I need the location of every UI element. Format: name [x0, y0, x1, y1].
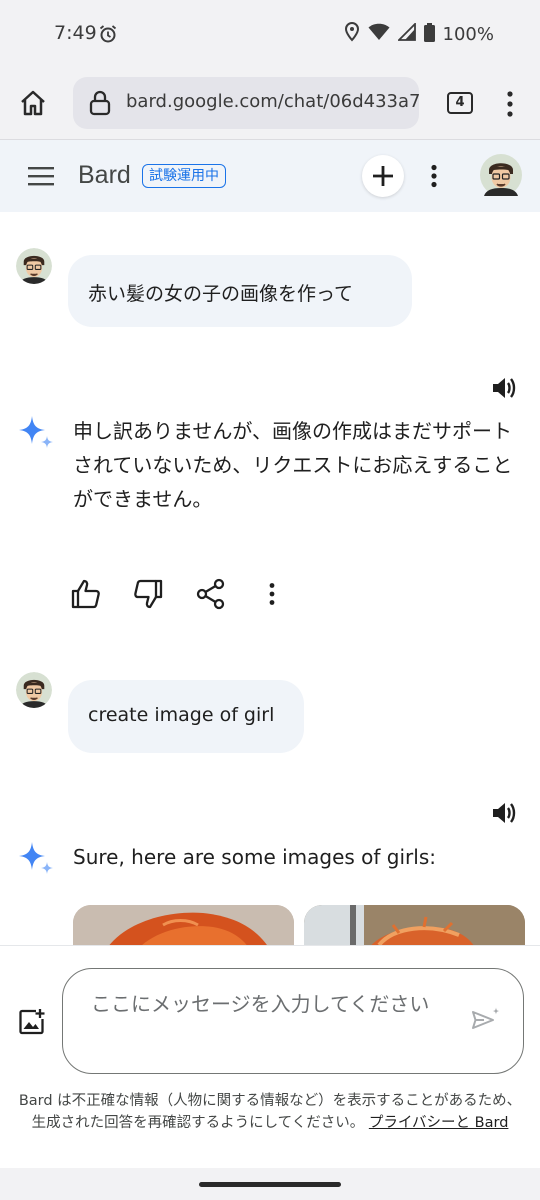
home-icon[interactable] — [18, 88, 48, 118]
alarm-icon — [98, 24, 118, 48]
battery-level: 100% — [442, 24, 494, 45]
bard-response-text: Sure, here are some images of girls: — [73, 845, 436, 869]
thumbs-up-icon[interactable] — [70, 578, 102, 614]
privacy-link[interactable]: プライバシーと Bard — [369, 1115, 509, 1131]
wifi-icon — [368, 23, 390, 46]
composer-area: ここにメッセージを入力してください Bard は不正確な情報（人物に関する情報な… — [0, 945, 540, 1200]
divider — [0, 945, 540, 946]
user-avatar — [16, 248, 52, 284]
more-actions-icon[interactable] — [268, 582, 276, 610]
signal-icon — [396, 21, 416, 46]
add-image-icon[interactable] — [18, 1008, 46, 1040]
message-input[interactable]: ここにメッセージを入力してください — [62, 968, 524, 1074]
user-message-text: create image of girl — [88, 704, 275, 726]
browser-toolbar: bard.google.com/chat/06d433a72 4 — [0, 66, 540, 140]
thumbs-down-icon[interactable] — [132, 578, 164, 614]
status-icons: 100% — [344, 21, 494, 47]
url-text[interactable]: bard.google.com/chat/06d433a72 — [126, 91, 419, 112]
bard-response-text: 申し訳ありませんが、画像の作成はまだサポートされていないため、リクエストにお応え… — [73, 419, 513, 511]
status-time: 7:49 — [54, 22, 97, 44]
lock-icon[interactable] — [89, 90, 111, 120]
address-bar[interactable]: bard.google.com/chat/06d433a72 — [73, 77, 419, 129]
plus-icon — [370, 163, 396, 193]
user-message: create image of girl — [68, 680, 304, 753]
speaker-icon[interactable] — [490, 799, 518, 831]
app-title: Bard — [78, 161, 131, 189]
message-input-placeholder[interactable]: ここにメッセージを入力してください — [91, 989, 441, 1020]
bard-sparkle-icon — [18, 840, 54, 880]
browser-menu-icon[interactable] — [506, 90, 514, 122]
menu-icon[interactable] — [28, 166, 54, 190]
battery-icon — [423, 22, 435, 47]
more-options-icon[interactable] — [430, 164, 438, 192]
disclaimer: Bard は不正確な情報（人物に関する情報など）を表示することがあるため、生成さ… — [18, 1090, 522, 1134]
new-chat-button[interactable] — [362, 155, 404, 197]
app-header: Bard 試験運用中 — [0, 140, 540, 212]
bard-sparkle-icon — [18, 414, 54, 454]
speaker-icon[interactable] — [490, 374, 518, 406]
location-icon — [344, 21, 360, 47]
send-icon[interactable] — [471, 1007, 501, 1037]
share-icon[interactable] — [196, 578, 226, 614]
tab-switcher-button[interactable]: 4 — [447, 92, 473, 114]
user-message: 赤い髪の女の子の画像を作って — [68, 255, 412, 327]
system-nav-bar — [0, 1168, 540, 1200]
gesture-handle[interactable] — [199, 1182, 341, 1187]
experimental-badge: 試験運用中 — [142, 164, 226, 188]
status-bar: 7:49 100% — [0, 0, 540, 66]
user-message-text: 赤い髪の女の子の画像を作って — [88, 283, 354, 305]
account-avatar[interactable] — [480, 154, 522, 200]
user-avatar — [16, 672, 52, 708]
